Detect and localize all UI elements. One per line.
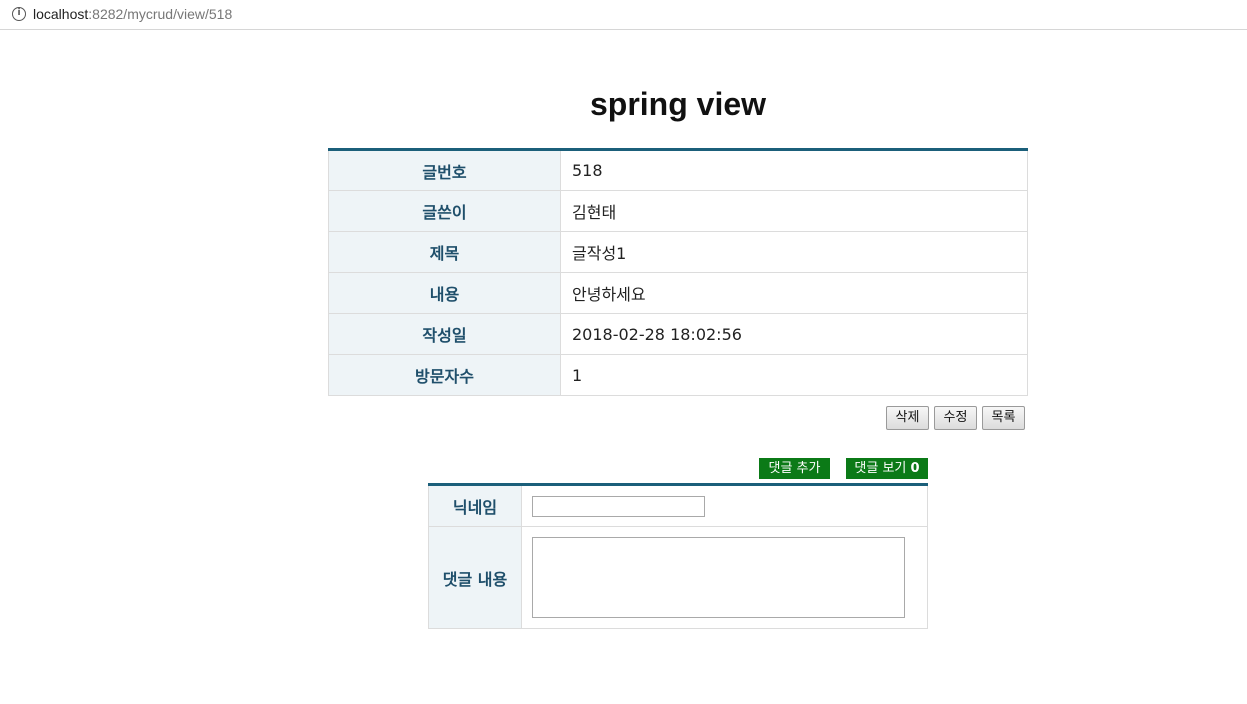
- table-row: 방문자수 1: [328, 354, 1028, 396]
- post-number-value: 518: [560, 149, 1028, 191]
- author-label: 글쓴이: [328, 190, 561, 232]
- table-row: 댓글 내용: [428, 526, 928, 629]
- url-text[interactable]: localhost:8282/mycrud/view/518: [33, 6, 232, 23]
- view-comments-label: 댓글 보기: [854, 461, 907, 476]
- address-bar[interactable]: i localhost:8282/mycrud/view/518: [0, 0, 1247, 30]
- table-row: 내용 안녕하세요: [328, 272, 1028, 314]
- author-value: 김현태: [560, 190, 1028, 232]
- post-detail-table: 글번호 518 글쓴이 김현태 제목 글작성1 내용 안녕하세요 작성일 201…: [328, 148, 1028, 396]
- comment-content-label: 댓글 내용: [428, 526, 522, 629]
- url-host: localhost: [33, 6, 89, 22]
- nickname-label: 닉네임: [428, 484, 522, 527]
- table-row: 닉네임: [428, 484, 928, 527]
- post-number-label: 글번호: [328, 149, 561, 191]
- created-date-label: 작성일: [328, 313, 561, 355]
- table-row: 글쓴이 김현태: [328, 190, 1028, 232]
- table-row: 작성일 2018-02-28 18:02:56: [328, 313, 1028, 355]
- subject-value: 글작성1: [560, 231, 1028, 273]
- visit-count-label: 방문자수: [328, 354, 561, 396]
- page-title: spring view: [589, 86, 767, 122]
- nickname-input[interactable]: [532, 495, 705, 517]
- visit-count-value: 1: [560, 354, 1028, 396]
- content-value: 안녕하세요: [560, 272, 1028, 314]
- url-path: :8282/mycrud/view/518: [88, 6, 233, 22]
- list-button[interactable]: 목록: [982, 406, 1025, 430]
- edit-button[interactable]: 수정: [934, 406, 977, 430]
- created-date-value: 2018-02-28 18:02:56: [560, 313, 1028, 355]
- subject-label: 제목: [328, 231, 561, 273]
- table-row: 글번호 518: [328, 149, 1028, 191]
- view-comments-button[interactable]: 댓글 보기 0: [846, 458, 928, 479]
- info-circle-icon[interactable]: i: [12, 7, 26, 21]
- table-row: 제목 글작성1: [328, 231, 1028, 273]
- content-label: 내용: [328, 272, 561, 314]
- comment-content-textarea[interactable]: [532, 537, 905, 618]
- comment-count: 0: [910, 461, 920, 476]
- comment-form-table: 닉네임 댓글 내용: [428, 483, 928, 629]
- add-comment-button[interactable]: 댓글 추가: [759, 458, 830, 479]
- delete-button[interactable]: 삭제: [886, 406, 929, 430]
